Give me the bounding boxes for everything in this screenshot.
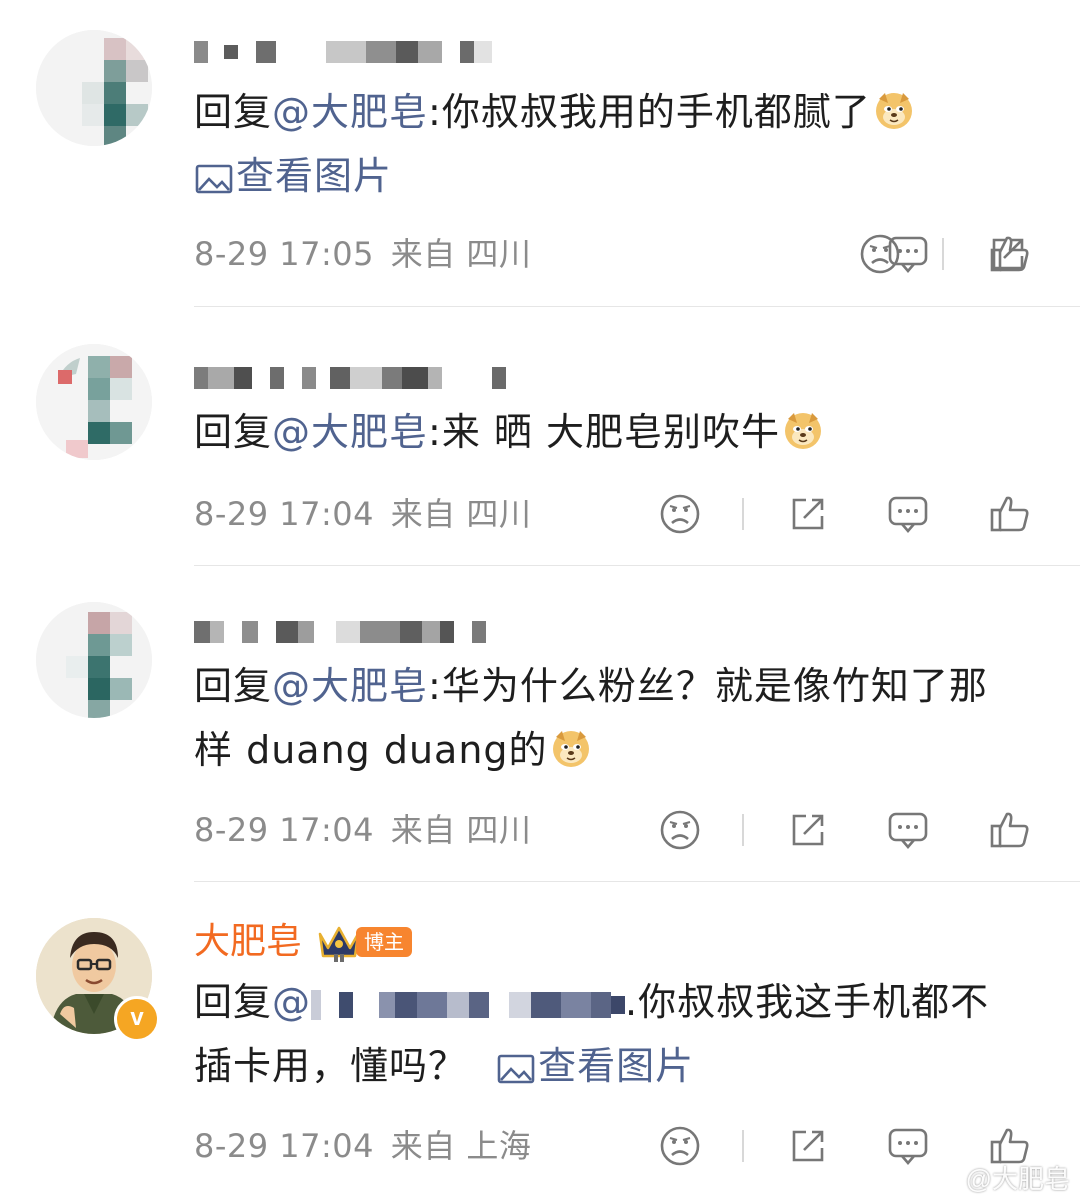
separator-line — [194, 306, 1080, 307]
reply-prefix: 回复 — [194, 90, 273, 134]
doge-emoji-icon — [550, 724, 592, 767]
mention-link[interactable]: @ — [272, 980, 311, 1024]
doge-emoji-icon — [873, 86, 915, 129]
mention-blurred — [311, 983, 626, 1027]
repost-icon[interactable] — [786, 492, 830, 536]
comment-bubble-icon[interactable] — [886, 808, 930, 852]
verified-badge-icon: v — [114, 996, 160, 1042]
location: 来自 四川 — [390, 495, 532, 533]
author-name-row: 大肥皂 博主 — [194, 920, 413, 964]
divider — [942, 238, 944, 270]
location: 来自 四川 — [390, 811, 532, 849]
username-blurred[interactable] — [194, 30, 492, 74]
comment-item: v 大肥皂 博主 回复@ .你叔叔我这手机都不插卡用，懂吗？ 查看图片 8-29… — [0, 882, 1080, 1204]
thumbs-up-icon[interactable] — [988, 492, 1032, 536]
comment-item: 回复@大肥皂:华为什么粉丝？就是像竹知了那样 duang duang的 8-29… — [0, 566, 1080, 882]
repost-icon[interactable] — [786, 1124, 830, 1168]
view-image-label: 查看图片 — [236, 154, 393, 198]
view-image-link[interactable]: 查看图片 — [496, 1044, 694, 1088]
location: 来自 上海 — [390, 1127, 532, 1165]
comment-meta: 8-29 17:04 来自 上海 — [194, 1126, 531, 1166]
reply-prefix: 回复 — [194, 980, 273, 1024]
comment-item: 回复@大肥皂:来 晒 大肥皂别吹牛 8-29 17:04 来自 四川 — [0, 308, 1080, 566]
comment-item: 回复@大肥皂:你叔叔我用的手机都腻了 查看图片 8-29 17:05 来自 四川 — [0, 0, 1080, 308]
avatar[interactable] — [36, 30, 152, 146]
comment-body: :来 晒 大肥皂别吹牛 — [428, 410, 780, 454]
username-blurred[interactable] — [194, 610, 486, 654]
blogger-badge: 博主 — [316, 922, 413, 962]
watermark: @大肥皂 — [965, 1164, 1070, 1194]
mention-link[interactable]: @大肥皂 — [272, 410, 428, 454]
sad-face-icon[interactable] — [658, 1124, 702, 1168]
timestamp: 8-29 17:04 — [194, 1127, 375, 1165]
author-name[interactable]: 大肥皂 — [194, 920, 302, 964]
comment-bubble-icon[interactable] — [886, 232, 930, 276]
doge-emoji-icon — [782, 406, 824, 449]
timestamp: 8-29 17:04 — [194, 811, 375, 849]
divider — [742, 1130, 744, 1162]
reply-prefix: 回复 — [194, 410, 273, 454]
location: 来自 四川 — [390, 235, 532, 273]
image-icon — [497, 1054, 535, 1083]
comment-meta: 8-29 17:04 来自 四川 — [194, 494, 531, 534]
thumbs-up-icon[interactable] — [988, 232, 1032, 276]
comment-meta: 8-29 17:05 来自 四川 — [194, 234, 531, 274]
sad-face-icon[interactable] — [658, 492, 702, 536]
comment-text: 回复@大肥皂:华为什么粉丝？就是像竹知了那样 duang duang的 — [194, 654, 1010, 782]
blogger-badge-label: 博主 — [356, 927, 413, 957]
reply-prefix: 回复 — [194, 664, 273, 708]
timestamp: 8-29 17:05 — [194, 235, 375, 273]
avatar[interactable] — [36, 602, 152, 718]
comment-text: 回复@大肥皂:来 晒 大肥皂别吹牛 — [194, 400, 1010, 464]
comment-meta: 8-29 17:04 来自 四川 — [194, 810, 531, 850]
comment-bubble-icon[interactable] — [886, 492, 930, 536]
repost-icon[interactable] — [786, 808, 830, 852]
divider — [742, 498, 744, 530]
view-image-link[interactable]: 查看图片 — [194, 154, 392, 198]
comment-text: 回复@大肥皂:你叔叔我用的手机都腻了 查看图片 — [194, 80, 1010, 208]
avatar[interactable] — [36, 344, 152, 460]
comment-text: 回复@ .你叔叔我这手机都不插卡用，懂吗？ 查看图片 — [194, 970, 1020, 1098]
timestamp: 8-29 17:04 — [194, 495, 375, 533]
username-blurred[interactable] — [194, 356, 506, 400]
divider — [742, 814, 744, 846]
mention-link[interactable]: @大肥皂 — [272, 90, 428, 134]
image-icon — [195, 164, 233, 193]
comment-body: :你叔叔我用的手机都腻了 — [428, 90, 871, 134]
comment-bubble-icon[interactable] — [886, 1124, 930, 1168]
mention-link[interactable]: @大肥皂 — [272, 664, 428, 708]
view-image-label: 查看图片 — [538, 1044, 695, 1088]
thumbs-up-icon[interactable] — [988, 808, 1032, 852]
sad-face-icon[interactable] — [658, 808, 702, 852]
